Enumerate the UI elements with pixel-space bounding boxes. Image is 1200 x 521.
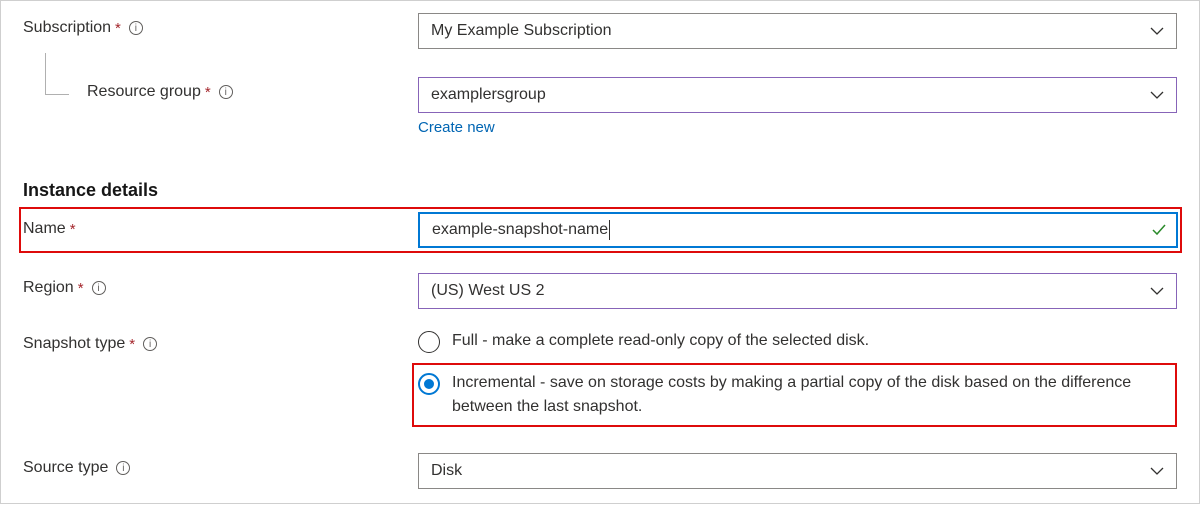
required-mark: * [78, 280, 84, 297]
resource-group-label: Resource group [87, 83, 201, 101]
source-type-select[interactable]: Disk [418, 453, 1177, 489]
region-select[interactable]: (US) West US 2 [418, 273, 1177, 309]
resource-group-value: examplersgroup [431, 86, 546, 104]
info-icon[interactable]: i [143, 337, 157, 351]
instance-details-heading: Instance details [23, 180, 1177, 201]
required-mark: * [205, 84, 211, 101]
subscription-row: Subscription * i My Example Subscription [23, 13, 1177, 49]
snapshot-type-full-label: Full - make a complete read-only copy of… [452, 329, 869, 353]
source-type-value: Disk [431, 462, 462, 480]
subscription-label: Subscription [23, 19, 111, 37]
tree-connector [45, 53, 69, 95]
snapshot-type-full-radio[interactable]: Full - make a complete read-only copy of… [418, 329, 1177, 353]
required-mark: * [70, 221, 76, 238]
radio-checked-icon [418, 373, 440, 395]
subscription-select[interactable]: My Example Subscription [418, 13, 1177, 49]
required-mark: * [115, 20, 121, 37]
info-icon[interactable]: i [219, 85, 233, 99]
radio-unchecked-icon [418, 331, 440, 353]
info-icon[interactable]: i [116, 461, 130, 475]
snapshot-type-label: Snapshot type [23, 335, 125, 353]
create-new-link[interactable]: Create new [418, 119, 495, 136]
create-snapshot-form: Subscription * i My Example Subscription… [0, 0, 1200, 504]
snapshot-type-incremental-radio[interactable]: Incremental - save on storage costs by m… [418, 371, 1173, 419]
chevron-down-icon [1150, 27, 1164, 35]
info-icon[interactable]: i [129, 21, 143, 35]
region-label: Region [23, 279, 74, 297]
check-icon [1150, 221, 1168, 239]
name-input[interactable]: example-snapshot-name [418, 212, 1178, 248]
name-label: Name [23, 220, 66, 238]
source-type-label: Source type [23, 459, 108, 477]
region-row: Region * i (US) West US 2 [23, 273, 1177, 309]
chevron-down-icon [1150, 287, 1164, 295]
text-caret [609, 220, 610, 240]
resource-group-select[interactable]: examplersgroup [418, 77, 1177, 113]
info-icon[interactable]: i [92, 281, 106, 295]
name-value: example-snapshot-name [432, 221, 608, 239]
required-mark: * [129, 336, 135, 353]
subscription-value: My Example Subscription [431, 22, 612, 40]
resource-group-row: Resource group * i examplersgroup Create… [23, 77, 1177, 136]
snapshot-type-row: Snapshot type * i Full - make a complete… [23, 329, 1177, 427]
chevron-down-icon [1150, 467, 1164, 475]
snapshot-type-incremental-label: Incremental - save on storage costs by m… [452, 371, 1173, 419]
snapshot-type-incremental-highlight: Incremental - save on storage costs by m… [412, 363, 1177, 427]
chevron-down-icon [1150, 91, 1164, 99]
source-type-row: Source type i Disk [23, 453, 1177, 489]
name-row-highlight: Name * example-snapshot-name [19, 207, 1182, 253]
region-value: (US) West US 2 [431, 282, 545, 300]
